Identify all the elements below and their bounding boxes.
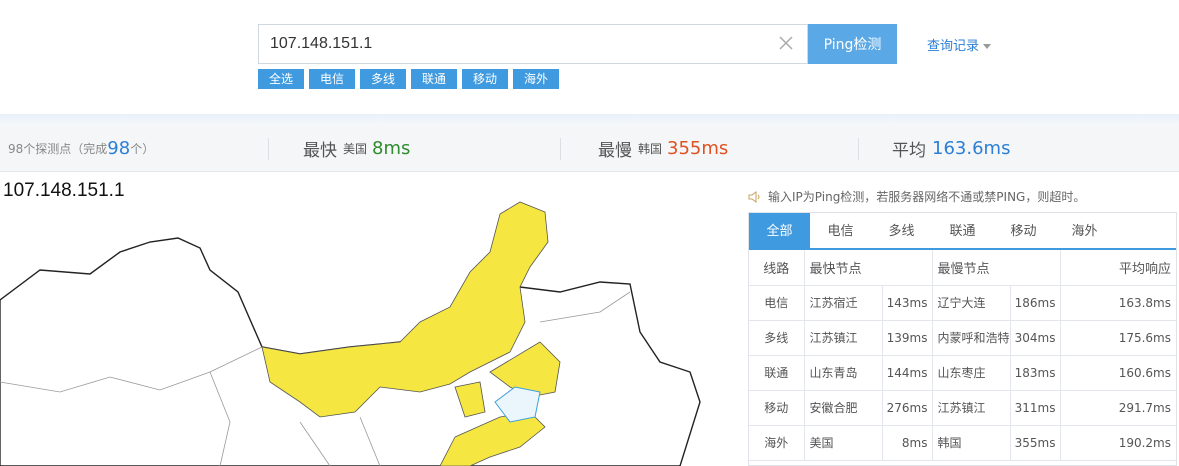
row-fast-ms: 143ms [882,285,933,321]
band-divider [0,114,1179,124]
probe-count-value: 98 [107,137,131,159]
fastest-country: 美国 [343,141,368,156]
filter-multiline[interactable]: 多线 [360,69,406,89]
search-area: Ping检测 查询记录 全选 电信 多线 联通 移动 海外 [0,0,1179,116]
tab-overseas[interactable]: 海外 [1054,213,1115,248]
row-line: 电信 [749,285,805,321]
row-slow-ms: 304ms [1010,320,1061,356]
filter-all[interactable]: 全选 [258,69,304,89]
map-title: 107.148.151.1 [3,180,125,201]
fastest-stat: 最快 美国 8ms [303,124,410,172]
slowest-country: 韩国 [638,141,663,156]
notice: 输入IP为Ping检测，若服务器网络不通或禁PING，则超时。 [748,188,1085,205]
table-header: 线路 最快节点 最慢节点 平均响应 [749,250,1176,286]
search-box [258,24,808,64]
row-slow-node: 山东枣庄 [932,355,1011,391]
row-fast-ms: 8ms [882,425,933,461]
china-map [0,201,701,466]
tab-unicom[interactable]: 联通 [932,213,993,248]
filter-unicom[interactable]: 联通 [411,69,457,89]
divider [560,138,561,160]
row-slow-ms: 186ms [1010,285,1061,321]
row-line: 海外 [749,425,805,461]
row-fast-node: 江苏镇江 [804,320,883,356]
row-fast-ms: 144ms [882,355,933,391]
row-avg: 175.6ms [1060,320,1176,356]
probe-count-prefix: 98个探测点（完成 [8,141,108,156]
filter-telecom[interactable]: 电信 [309,69,355,89]
row-fast-node: 安徽合肥 [804,390,883,426]
probe-count-suffix: 个） [130,141,155,156]
history-dropdown[interactable]: 查询记录 [927,35,992,54]
history-label: 查询记录 [927,39,980,54]
row-slow-node: 韩国 [932,425,1011,461]
row-fast-node: 山东青岛 [804,355,883,391]
table-row[interactable]: 海外 美国 8ms 韩国 355ms 190.2ms [749,425,1176,461]
speaker-icon [748,190,760,203]
table-row[interactable]: 联通 山东青岛 144ms 山东枣庄 183ms 160.6ms [749,355,1176,391]
row-slow-node: 辽宁大连 [932,285,1011,321]
fastest-label: 最快 [303,140,337,161]
close-icon[interactable] [777,34,795,52]
results-table: 线路 最快节点 最慢节点 平均响应 电信 江苏宿迁 143ms 辽宁大连 186… [749,250,1176,461]
row-avg: 190.2ms [1060,425,1176,461]
tab-mobile[interactable]: 移动 [993,213,1054,248]
stats-bar: 98个探测点（完成 98 个） 最快 美国 8ms 最慢 韩国 355ms 平均 1… [0,124,1179,172]
row-fast-node: 江苏宿迁 [804,285,883,321]
tab-telecom[interactable]: 电信 [810,213,871,248]
header-average: 平均响应 [1060,250,1176,286]
row-line: 多线 [749,320,805,356]
row-slow-ms: 311ms [1010,390,1061,426]
row-slow-ms: 183ms [1010,355,1061,391]
divider [268,138,269,160]
tab-multiline[interactable]: 多线 [871,213,932,248]
filter-mobile[interactable]: 移动 [462,69,508,89]
search-input[interactable] [259,25,769,63]
slowest-stat: 最慢 韩国 355ms [598,124,728,172]
row-fast-node: 美国 [804,425,883,461]
row-line: 联通 [749,355,805,391]
slowest-value: 355ms [667,137,729,159]
row-slow-node: 内蒙呼和浩特 [932,320,1011,356]
header-line: 线路 [749,250,805,286]
table-row[interactable]: 电信 江苏宿迁 143ms 辽宁大连 186ms 163.8ms [749,285,1176,321]
chevron-down-icon [983,44,992,49]
slowest-label: 最慢 [598,140,632,161]
row-avg: 291.7ms [1060,390,1176,426]
result-tabs: 全部 电信 多线 联通 移动 海外 [749,213,1176,250]
header-fastest: 最快节点 [804,250,933,286]
row-line: 移动 [749,390,805,426]
table-row[interactable]: 移动 安徽合肥 276ms 江苏镇江 311ms 291.7ms [749,390,1176,426]
notice-text: 输入IP为Ping检测，若服务器网络不通或禁PING，则超时。 [768,190,1086,204]
row-slow-node: 江苏镇江 [932,390,1011,426]
results-panel: 全部 电信 多线 联通 移动 海外 线路 最快节点 最慢节点 平均响应 电信 江… [748,212,1177,466]
filter-overseas[interactable]: 海外 [513,69,559,89]
tab-all[interactable]: 全部 [749,213,810,248]
average-stat: 平均 163.6ms [892,124,1010,172]
row-avg: 160.6ms [1060,355,1176,391]
divider [858,138,859,160]
average-value: 163.6ms [932,137,1011,159]
ping-button[interactable]: Ping检测 [808,24,897,64]
filter-tags: 全选 电信 多线 联通 移动 海外 [258,69,559,89]
row-fast-ms: 276ms [882,390,933,426]
average-label: 平均 [892,140,926,161]
row-slow-ms: 355ms [1010,425,1061,461]
header-slowest: 最慢节点 [932,250,1061,286]
row-avg: 163.8ms [1060,285,1176,321]
probe-count: 98个探测点（完成 98 个） [8,124,154,172]
table-row[interactable]: 多线 江苏镇江 139ms 内蒙呼和浩特 304ms 175.6ms [749,320,1176,356]
fastest-value: 8ms [372,137,411,159]
row-fast-ms: 139ms [882,320,933,356]
